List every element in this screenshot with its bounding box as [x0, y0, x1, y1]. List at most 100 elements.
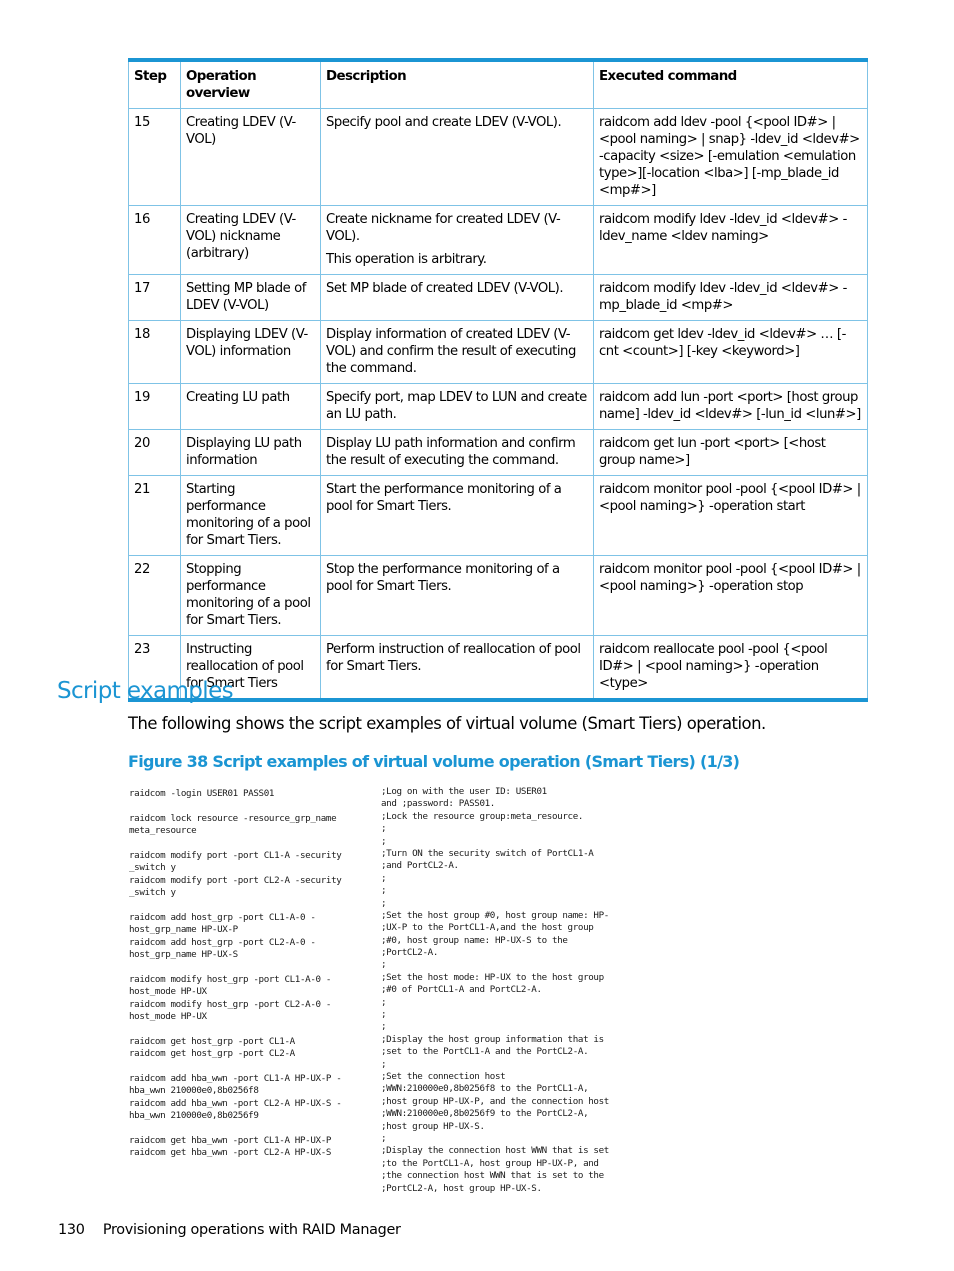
description-paragraph: This operation is arbitrary. [326, 252, 487, 267]
script-command-line: meta_resource [129, 825, 197, 837]
script-comment-line: ; [381, 1132, 387, 1144]
script-comment-line: ; [381, 1058, 387, 1070]
header-description: Description [320, 59, 594, 109]
cell-operation-overview: Creating LU path [180, 383, 321, 430]
intro-paragraph: The following shows the script examples … [128, 714, 766, 733]
script-command-line: raidcom modify host_grp -port CL2-A-0 - [129, 998, 332, 1010]
cell-step: 21 [128, 475, 181, 556]
table-row: 15 Creating LDEV (V-VOL) Specify pool and … [128, 108, 868, 206]
script-comment-line: ;Lock the resource group:meta_resource. [381, 810, 584, 822]
cell-step: 18 [128, 320, 181, 384]
table-row: 17 Setting MP blade of LDEV (V-VOL) Set MP… [128, 274, 868, 321]
script-command-line: _switch y [129, 862, 176, 874]
script-command-line: raidcom get hba_wwn -port CL2-A HP-UX-S [129, 1147, 332, 1159]
script-comment-line: ; [381, 959, 387, 971]
script-command-line: raidcom -login USER01 PASS01 [129, 788, 275, 799]
page-footer: 130 Provisioning operations with RAID Ma… [58, 1222, 401, 1238]
description-paragraph: Display LU path information and confirm … [326, 436, 576, 468]
cell-description: Display information of created LDEV (V-V… [320, 320, 594, 384]
script-comment-line: ; [381, 872, 387, 884]
script-command-line: raidcom lock resource -resource_grp_name [129, 812, 337, 824]
script-command-line: raidcom add hba_wwn -port CL1-A HP-UX-P … [129, 1072, 342, 1084]
cell-description: Display LU path information and confirm … [320, 429, 594, 476]
cell-operation-overview: Creating LDEV (V-VOL) nickname (arbitrar… [180, 205, 321, 275]
description-paragraph: Display information of created LDEV (V-V… [326, 327, 576, 376]
script-command-line [129, 1123, 374, 1135]
cell-description: Perform instruction of reallocation of p… [320, 635, 594, 701]
script-comment-line: and ;password: PASS01. [381, 798, 495, 810]
script-command-line: raidcom add hba_wwn -port CL2-A HP-UX-S … [129, 1097, 342, 1109]
script-command-line: raidcom modify host_grp -port CL1-A-0 - [129, 973, 332, 985]
header-operation-overview: Operation overview [180, 59, 321, 109]
script-command-line: raidcom get host_grp -port CL2-A [129, 1048, 295, 1060]
cell-executed-command: raidcom add ldev -pool {<pool ID#> | <po… [593, 108, 868, 206]
script-command-line: host_mode HP-UX [129, 986, 207, 998]
header-step: Step [128, 59, 181, 109]
script-comment-line: ;the connection host WWN that is set to … [381, 1170, 604, 1182]
figure-caption: Figure 38 Script examples of virtual vol… [128, 752, 740, 771]
script-comment-line: ;to the PortCL1-A, host group HP-UX-P, a… [381, 1157, 599, 1169]
script-comment-line: ;Set the connection host [381, 1070, 506, 1082]
cell-step: 20 [128, 429, 181, 476]
script-comment-line: ; [381, 885, 387, 897]
cell-operation-overview: Displaying LU path information [180, 429, 321, 476]
script-command-line: _switch y [129, 887, 176, 899]
script-command-line [129, 900, 374, 912]
page-number: 130 [58, 1222, 85, 1238]
script-command-line: host_grp_name HP-UX-P [129, 924, 238, 936]
cell-executed-command: raidcom modify ldev -ldev_id <ldev#> -ld… [593, 205, 868, 275]
chapter-title: Provisioning operations with RAID Manage… [102, 1222, 401, 1238]
script-comment-line: ; [381, 996, 387, 1008]
script-comment-line: ; [381, 823, 387, 835]
script-comment-line: ;Display the connection host WWN that is… [381, 1145, 609, 1157]
cell-executed-command: raidcom get lun -port <port> [<host grou… [593, 429, 868, 476]
description-paragraph: Set MP blade of created LDEV (V-VOL). [326, 281, 564, 296]
cell-step: 19 [128, 383, 181, 430]
script-comment-line: ; [381, 835, 387, 847]
script-comment-line: ;Display the host group information that… [381, 1033, 604, 1045]
script-command-line: host_mode HP-UX [129, 1011, 207, 1023]
cell-step: 17 [128, 274, 181, 321]
script-comment-line: ;PortCL2-A. [381, 947, 438, 959]
cell-description: Stop the performance monitoring of a poo… [320, 555, 594, 636]
table-row: 21 Starting performance monitoring of a p… [128, 475, 868, 556]
script-example-figure: raidcom -login USER01 PASS01 raidcom lock… [129, 786, 629, 1206]
script-command-line: raidcom add host_grp -port CL1-A-0 - [129, 911, 316, 923]
cell-description: Create nickname for created LDEV (V-VOL)… [320, 205, 594, 275]
description-paragraph: Specify port, map LDEV to LUN and create… [326, 390, 587, 422]
script-comment-line: ;Set the host group #0, host group name:… [381, 909, 609, 921]
table-row: 19 Creating LU path Specify port, map LDEV… [128, 383, 868, 430]
cell-description: Specify pool and create LDEV (V-VOL). [320, 108, 594, 206]
description-paragraph: Specify pool and create LDEV (V-VOL). [326, 115, 562, 130]
description-paragraph: Start the performance monitoring of a po… [326, 482, 562, 514]
script-comment-line: ;#0, host group name: HP-UX-S to the [381, 934, 568, 946]
cell-description: Specify port, map LDEV to LUN and create… [320, 383, 594, 430]
script-command-line [129, 961, 374, 973]
cell-description: Start the performance monitoring of a po… [320, 475, 594, 556]
table-row: 22 Stopping performance monitoring of a p… [128, 555, 868, 636]
script-comment-line: ; [381, 1021, 387, 1033]
cell-executed-command: raidcom monitor pool -pool {<pool ID#> |… [593, 555, 868, 636]
script-command-line [129, 800, 374, 812]
script-comment-line: ;#0 of PortCL1-A and PortCL2-A. [381, 984, 542, 996]
header-executed-command: Executed command [593, 59, 868, 109]
cell-executed-command: raidcom reallocate pool -pool {<pool ID#… [593, 635, 868, 701]
script-comment-line: ;Log on with the user ID: USER01 [381, 786, 547, 797]
cell-executed-command: raidcom add lun -port <port> [host group… [593, 383, 868, 430]
script-comment-line: ;host group HP-UX-P, and the connection … [381, 1095, 609, 1107]
script-comments-column: ;Log on with the user ID: USER01 and ;pas… [381, 786, 631, 1195]
table-header-row: Step Operation overview Description Exec… [128, 59, 868, 109]
table-row: 20 Displaying LU path information Display … [128, 429, 868, 476]
script-command-line: raidcom modify port -port CL1-A -securit… [129, 849, 342, 861]
script-command-line: raidcom get hba_wwn -port CL1-A HP-UX-P [129, 1134, 332, 1146]
script-comment-line: ; [381, 897, 387, 909]
section-title: Script examples [57, 678, 234, 704]
script-comment-line: ;host group HP-UX-S. [381, 1120, 485, 1132]
script-command-line: raidcom modify port -port CL2-A -securit… [129, 874, 342, 886]
script-comment-line: ;set to the PortCL1-A and the PortCL2-A. [381, 1046, 589, 1058]
cell-executed-command: raidcom get ldev -ldev_id <ldev#> … [-cn… [593, 320, 868, 384]
cell-step: 15 [128, 108, 181, 206]
script-comment-line: ;UX-P to the PortCL1-A,and the host grou… [381, 922, 594, 934]
script-comment-line: ;and PortCL2-A. [381, 860, 459, 872]
script-command-line [129, 1023, 374, 1035]
